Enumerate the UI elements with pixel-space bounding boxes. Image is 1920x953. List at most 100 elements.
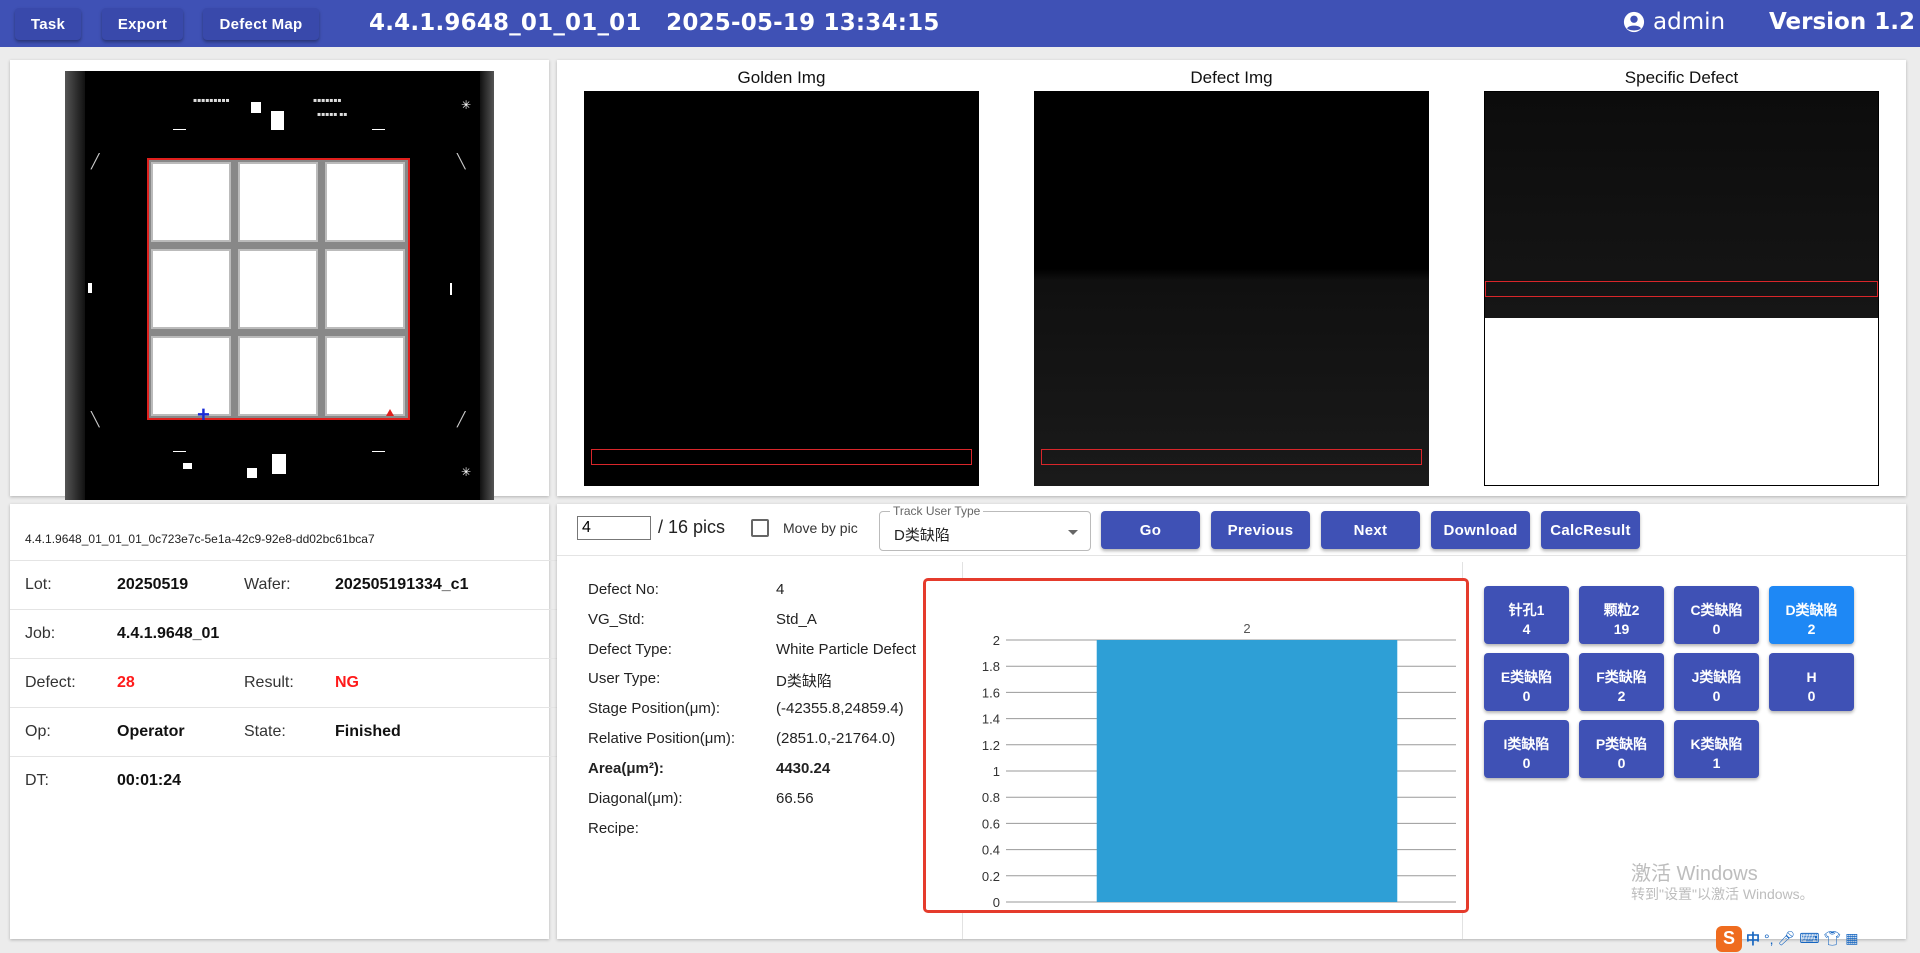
defect-class-button[interactable]: K类缺陷 1 [1674,720,1759,778]
wafer-info-panel: 4.4.1.9648_01_01_01_0c723e7c-5e1a-42c9-9… [10,504,559,939]
defect-class-name: H [1806,668,1817,685]
sogou-logo-icon[interactable]: S [1716,925,1742,952]
skin-icon[interactable]: 👕︎ [1824,930,1842,947]
die-cell[interactable] [151,336,231,416]
defect-class-count: 2 [1617,687,1626,704]
defect-class-count: 4 [1522,620,1531,637]
state-value: Finished [335,723,401,740]
defect-class-button[interactable]: J类缺陷 0 [1674,653,1759,711]
wafer-mark [372,451,385,452]
task-button[interactable]: Task [15,8,81,40]
microphone-icon[interactable]: 🎤︎ [1778,930,1796,947]
dt-value: 00:01:24 [117,772,182,789]
ime-toolbar: S 中 °, 🎤︎ ⌨ 👕︎ ▦ [1716,924,1920,953]
windows-activation-watermark-title: 激活 Windows [1631,863,1758,885]
defect-class-button[interactable]: F类缺陷 2 [1579,653,1664,711]
y-tick-label: 1.2 [982,738,1000,753]
defect-class-name: F类缺陷 [1596,668,1647,685]
bar[interactable] [1096,640,1398,902]
defect-class-button[interactable]: P类缺陷 0 [1579,720,1664,778]
lot-label: Lot: [25,576,52,593]
defect-class-name: D类缺陷 [1785,601,1838,618]
previous-button[interactable]: Previous [1211,511,1310,549]
defect-no-label: Defect No: [588,581,659,598]
defect-class-count: 0 [1712,620,1721,637]
top-app-bar: Task Export Defect Map 4.4.1.9648_01_01_… [0,0,1920,47]
defect-images-panel: Golden Img Defect Img Specific Defect [557,60,1906,496]
result-value: NG [335,674,359,691]
star-mark-icon: ✳ [461,465,472,479]
move-by-pic-checkbox[interactable] [751,519,769,537]
wafer-map-image[interactable]: ▪▪▪▪▪▪▪▪▪ ▪▪▪▪▪▪▪ ▪▪▪▪▪ ▪▪ ✳ ╱ ╲ ╲ ╱ ✳ + [65,71,494,500]
defect-class-name: J类缺陷 [1691,668,1742,685]
page-title: 4.4.1.9648_01_01_01 2025-05-19 13:34:15 [369,10,940,36]
info-row-dt: DT: 00:01:24 [10,756,559,805]
die-cell[interactable] [238,162,318,242]
y-tick-label: 1.4 [982,712,1000,727]
defect-image[interactable] [1034,91,1429,486]
die-cell[interactable] [325,162,405,242]
user-menu[interactable]: admin [1623,9,1725,35]
defect-class-button[interactable]: I类缺陷 0 [1484,720,1569,778]
wafer-map-panel: ▪▪▪▪▪▪▪▪▪ ▪▪▪▪▪▪▪ ▪▪▪▪▪ ▪▪ ✳ ╱ ╲ ╲ ╱ ✳ + [10,60,549,500]
dropdown-arrow-icon [1068,530,1078,535]
y-tick-label: 0.6 [982,816,1000,831]
defect-map-button[interactable]: Defect Map [203,8,319,40]
track-user-type-legend: Track User Type [890,504,984,518]
op-label: Op: [25,723,51,740]
punctuation-icon[interactable]: °, [1764,931,1774,947]
relative-position-label: Relative Position(μm): [588,730,736,747]
defect-class-name: K类缺陷 [1690,735,1743,752]
wafer-mark [251,102,261,113]
defect-class-name: C类缺陷 [1690,601,1743,618]
defect-class-count: 0 [1522,754,1531,771]
toolbox-icon[interactable]: ▦ [1845,930,1858,947]
windows-activation-watermark-hint: 转到"设置"以激活 Windows。 [1631,886,1814,902]
die-cell[interactable] [151,162,231,242]
vg-std-label: VG_Std: [588,611,645,628]
stage-position-label: Stage Position(μm): [588,700,721,717]
die-cell[interactable] [325,336,405,416]
defect-class-name: I类缺陷 [1503,735,1550,752]
defect-class-button[interactable]: H0 [1769,653,1854,711]
user-type-value: D类缺陷 [776,673,832,690]
specific-defect-title: Specific Defect [1624,68,1739,87]
download-button[interactable]: Download [1431,511,1530,549]
chinese-mode-icon[interactable]: 中 [1746,929,1760,949]
wafer-mark [173,451,186,452]
wafer-edge-right [480,71,494,500]
defect-class-button[interactable]: 针孔1 4 [1484,586,1569,644]
defect-class-button[interactable]: C类缺陷 0 [1674,586,1759,644]
wafer-mark [372,129,385,130]
page-number-input[interactable] [577,516,651,540]
specific-defect-image[interactable] [1484,91,1879,486]
defect-class-button[interactable]: E类缺陷 0 [1484,653,1569,711]
dt-label: DT: [25,772,49,789]
diagonal-value: 66.56 [776,790,814,807]
wafer-mark [247,468,257,478]
keyboard-icon[interactable]: ⌨ [1799,930,1819,947]
defect-class-button[interactable]: 颗粒2 19 [1579,586,1664,644]
info-row-defect: Defect: 28 Result: NG [10,658,559,707]
defect-class-name: 颗粒2 [1603,601,1640,618]
golden-image[interactable] [584,91,979,486]
export-button[interactable]: Export [102,8,183,40]
bar-chart-svg: 0 0.2 0.4 0.6 0.8 1 1.2 1.4 1.6 1.8 2 2 [982,621,1456,910]
die-cell[interactable] [238,336,318,416]
go-button[interactable]: Go [1101,511,1200,549]
wafer-mark: ╱ [91,153,100,169]
track-user-type-select[interactable]: Track User Type D类缺陷 [879,504,1091,551]
lot-value: 20250519 [117,576,189,593]
y-tick-label: 0.8 [982,790,1000,805]
op-value: Operator [117,723,185,740]
die-cell[interactable] [238,249,318,329]
die-cell[interactable] [151,249,231,329]
defect-class-count: 19 [1613,620,1630,637]
calc-result-button[interactable]: CalcResult [1541,511,1640,549]
defect-class-button[interactable]: D类缺陷 2 [1769,586,1854,644]
next-button[interactable]: Next [1321,511,1420,549]
info-row-op: Op: Operator State: Finished [10,707,559,756]
die-cell[interactable] [325,249,405,329]
wafer-mark: ╲ [457,153,466,169]
defect-count-label: Defect: [25,674,76,691]
